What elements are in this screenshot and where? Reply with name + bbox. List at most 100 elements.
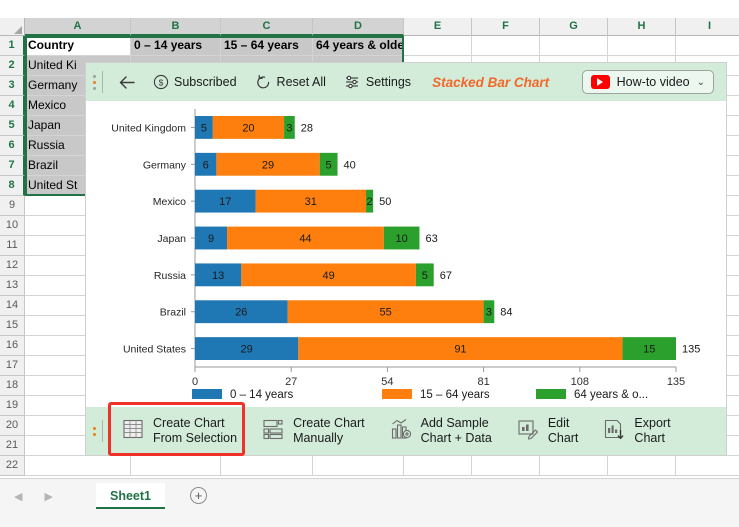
edit-chart-button[interactable]: Edit Chart [504,414,591,448]
cell-E22[interactable] [404,456,472,476]
cell-F1[interactable] [472,36,540,56]
cell-D1[interactable]: 64 years & older [313,36,404,56]
cell-I1[interactable] [676,36,739,56]
category-label: Japan [157,233,186,245]
cell-H1[interactable] [608,36,676,56]
row-header-4[interactable]: 4 [0,96,25,116]
sheet-tab-sheet1[interactable]: Sheet1 [96,483,165,509]
bar-value-label: 6 [203,159,209,171]
back-button[interactable] [109,72,144,93]
column-header-g[interactable]: G [540,18,608,36]
column-header-f[interactable]: F [472,18,540,36]
subscribed-button[interactable]: $ Subscribed [144,71,246,93]
label-line2: Chart + Data [420,431,492,445]
subscribed-label: Subscribed [174,75,237,89]
cell-B22[interactable] [131,456,221,476]
row-header-8[interactable]: 8 [0,176,25,196]
legend-label: 64 years & o... [574,389,648,401]
row-header-12[interactable]: 12 [0,256,25,276]
row-header-3[interactable]: 3 [0,76,25,96]
label-line1: Add Sample [420,416,489,430]
row-header-21[interactable]: 21 [0,436,25,456]
legend-swatch[interactable] [192,389,222,399]
panel-title: Stacked Bar Chart [432,74,550,90]
row-header-7[interactable]: 7 [0,156,25,176]
row-header-2[interactable]: 2 [0,56,25,76]
column-header-c[interactable]: C [221,18,313,36]
row-header-20[interactable]: 20 [0,416,25,436]
cell-C1[interactable]: 15 – 64 years [221,36,313,56]
cell-E1[interactable] [404,36,472,56]
how-to-video-label: How-to video [616,75,690,89]
row-header-5[interactable]: 5 [0,116,25,136]
cell-A1[interactable]: Country [25,36,131,56]
row-header-11[interactable]: 11 [0,236,25,256]
bar-value-label: 3 [486,307,492,319]
label-line1: Create Chart [293,416,365,430]
bar-total-label: 67 [440,270,452,282]
column-header-d[interactable]: D [313,18,404,36]
category-label: Mexico [153,196,186,208]
row-header-13[interactable]: 13 [0,276,25,296]
cell-C22[interactable] [221,456,313,476]
panel-drag-handle[interactable] [86,63,102,101]
sheet-nav-next-icon[interactable]: ▶ [44,490,52,503]
table-row [25,456,739,476]
row-header-14[interactable]: 14 [0,296,25,316]
category-label: United Kingdom [111,122,186,134]
stacked-bar-chart[interactable]: 0 27 54 81 108 135United Kingdom 5 20 3 28Germany… [86,101,726,407]
row-header-1[interactable]: 1 [0,36,25,56]
dollar-circle-icon: $ [153,74,169,90]
row-header-6[interactable]: 6 [0,136,25,156]
panel-bottom-drag-handle[interactable] [86,407,102,455]
legend-swatch[interactable] [536,389,566,399]
row-header-9[interactable]: 9 [0,196,25,216]
add-sheet-button[interactable]: + [190,487,207,504]
bar-total-label: 28 [301,122,313,134]
column-header-a[interactable]: A [25,18,131,36]
bar-total-label: 135 [682,344,700,356]
create-chart-from-selection-button[interactable]: Create Chart From Selection [109,414,249,448]
cell-G1[interactable] [540,36,608,56]
sample-chart-icon [389,417,413,446]
row-header-17[interactable]: 17 [0,356,25,376]
bar-value-label: 29 [241,344,253,356]
bar-value-label: 15 [643,344,655,356]
cell-F22[interactable] [472,456,540,476]
bar-value-label: 91 [454,344,466,356]
sheet-nav-prev-icon[interactable]: ◀ [14,490,22,503]
column-header-b[interactable]: B [131,18,221,36]
column-header-i[interactable]: I [676,18,739,36]
reset-all-button[interactable]: Reset All [246,71,335,93]
layout-blocks-icon [261,417,285,446]
select-all-corner[interactable] [0,18,25,36]
column-header-e[interactable]: E [404,18,472,36]
cell-I22[interactable] [676,456,739,476]
label-line1: Create Chart [153,416,225,430]
bar-value-label: 5 [326,159,332,171]
row-header-22[interactable]: 22 [0,456,25,476]
settings-label: Settings [365,75,412,89]
row-header-19[interactable]: 19 [0,396,25,416]
how-to-video-button[interactable]: How-to video ⌄ [581,70,714,94]
category-label: Russia [154,270,186,282]
row-header-18[interactable]: 18 [0,376,25,396]
row-header-16[interactable]: 16 [0,336,25,356]
add-sample-chart-data-button[interactable]: Add Sample Chart + Data [377,414,504,448]
cell-G22[interactable] [540,456,608,476]
export-chart-button[interactable]: Export Chart [590,414,682,448]
column-header-h[interactable]: H [608,18,676,36]
bar-total-label: 40 [344,159,356,171]
legend-swatch[interactable] [382,389,412,399]
cell-D22[interactable] [313,456,404,476]
row-header-10[interactable]: 10 [0,216,25,236]
cell-H22[interactable] [608,456,676,476]
category-label: United States [123,344,186,356]
cell-B1[interactable]: 0 – 14 years [131,36,221,56]
cell-A22[interactable] [25,456,131,476]
settings-button[interactable]: Settings [335,71,420,93]
sheet-nav-arrows[interactable]: ◀ ▶ [14,490,53,503]
row-header-15[interactable]: 15 [0,316,25,336]
app-root: ABCDEFGHI 1 2 3 4 5 6 7 8 9 10 11 12 13 14 15 16 17 18 19 2… [0,0,739,527]
create-chart-manually-button[interactable]: Create Chart Manually [249,414,377,448]
